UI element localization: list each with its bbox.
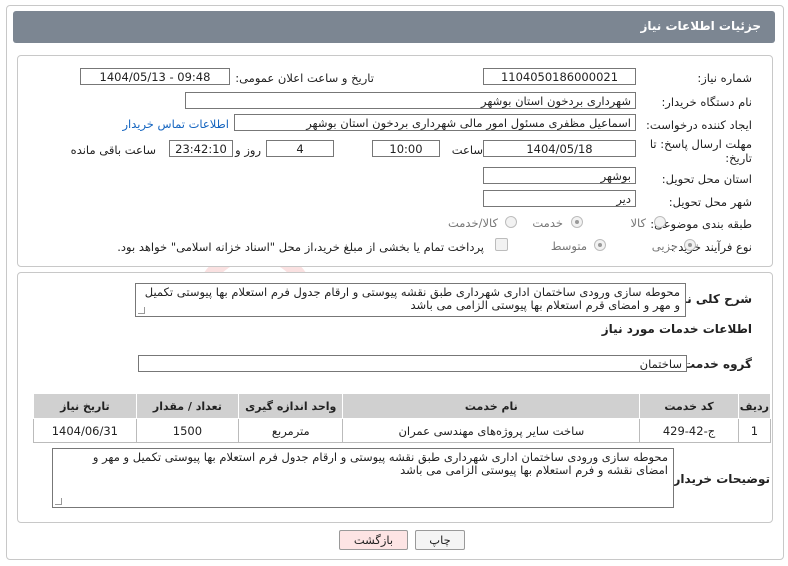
category-option-service: خدمت — [532, 216, 563, 230]
page-header: جزئیات اطلاعات نیاز — [13, 11, 775, 43]
remaining-time-field: 23:42:10 — [169, 140, 233, 157]
buyer-notes-textarea[interactable]: محوطه سازی ورودی ساختمان اداری شهرداری ط… — [52, 448, 674, 508]
cell-name: ساخت سایر پروژه‌های مهندسی عمران — [342, 418, 641, 443]
need-number-field: 1104050186000021 — [483, 68, 636, 85]
page-title: جزئیات اطلاعات نیاز — [640, 19, 761, 33]
city-field: دیر — [483, 190, 636, 207]
back-button[interactable]: بازگشت — [339, 530, 408, 550]
province-field: بوشهر — [483, 167, 636, 184]
category-option-goods: کالا — [630, 216, 646, 230]
announce-date-label: تاریخ و ساعت اعلان عمومی: — [235, 71, 374, 85]
process-option-minor: جزیی — [651, 239, 678, 253]
col-date-header: تاریخ نیاز — [33, 393, 137, 419]
treasury-payment-note: پرداخت تمام یا بخشی از مبلغ خرید،از محل … — [117, 240, 484, 254]
services-section-title: اطلاعات خدمات مورد نیاز — [601, 322, 752, 336]
col-unit-header: واحد اندازه گیری — [238, 393, 344, 419]
process-option-medium: متوسط — [550, 239, 587, 253]
city-label: شهر محل تحویل: — [668, 195, 752, 209]
deadline-label: مهلت ارسال پاسخ: تا تاریخ: — [649, 137, 752, 165]
announce-date-field: 1404/05/13 - 09:48 — [80, 68, 230, 85]
service-group-field: ساختمان — [138, 355, 687, 372]
description-textarea[interactable]: محوطه سازی ورودی ساختمان اداری شهرداری ط… — [135, 283, 686, 317]
cell-qty: 1500 — [135, 418, 240, 443]
deadline-time-label: ساعت — [451, 143, 483, 157]
category-radio-service[interactable] — [571, 216, 583, 228]
category-option-goods-service: کالا/خدمت — [447, 216, 498, 230]
buyer-org-field: شهرداری بردخون استان بوشهر — [185, 92, 636, 109]
category-radio-goods[interactable] — [654, 216, 666, 228]
table-row: 1 ج-42-429 ساخت سایر پروژه‌های مهندسی عم… — [33, 418, 772, 443]
resize-handle-icon[interactable] — [55, 498, 62, 505]
cell-row: 1 — [737, 418, 772, 443]
table-header-row: ردیف کد خدمت نام خدمت واحد اندازه گیری ت… — [33, 393, 772, 419]
print-button[interactable]: چاپ — [415, 530, 465, 550]
col-row-header: ردیف — [737, 393, 772, 419]
deadline-date-field: 1404/05/18 — [483, 140, 636, 157]
cell-date: 1404/06/31 — [33, 418, 137, 443]
col-qty-header: تعداد / مقدار — [135, 393, 240, 419]
services-table: ردیف کد خدمت نام خدمت واحد اندازه گیری ت… — [33, 393, 772, 443]
buyer-contact-link[interactable]: اطلاعات تماس خریدار — [122, 117, 229, 131]
days-remaining-field: 4 — [266, 140, 334, 157]
process-type-label: نوع فرآیند خرید : — [670, 240, 752, 254]
remaining-time-label: ساعت باقی مانده — [70, 143, 156, 157]
buyer-notes-text: محوطه سازی ورودی ساختمان اداری شهرداری ط… — [92, 450, 668, 477]
col-code-header: کد خدمت — [639, 393, 739, 419]
col-name-header: نام خدمت — [342, 393, 641, 419]
service-group-label: گروه خدمت: — [678, 357, 752, 371]
need-number-label: شماره نیاز: — [697, 71, 752, 85]
buyer-notes-label: توضیحات خریدار: — [668, 472, 770, 486]
resize-handle-icon[interactable] — [138, 307, 145, 314]
cell-code: ج-42-429 — [639, 418, 739, 443]
province-label: استان محل تحویل: — [661, 172, 752, 186]
cell-unit: مترمربع — [238, 418, 344, 443]
description-text: محوطه سازی ورودی ساختمان اداری شهرداری ط… — [144, 285, 680, 312]
process-radio-medium[interactable] — [594, 239, 606, 251]
process-radio-minor[interactable] — [684, 239, 696, 251]
creator-field: اسماعیل مظفری مسئول امور مالی شهرداری بر… — [234, 114, 636, 131]
buyer-org-label: نام دستگاه خریدار: — [661, 95, 752, 109]
creator-label: ایجاد کننده درخواست: — [646, 118, 752, 132]
deadline-time-field: 10:00 — [372, 140, 440, 157]
category-radio-goods-service[interactable] — [505, 216, 517, 228]
days-label: روز و — [235, 143, 261, 157]
treasury-payment-checkbox[interactable] — [495, 238, 508, 251]
